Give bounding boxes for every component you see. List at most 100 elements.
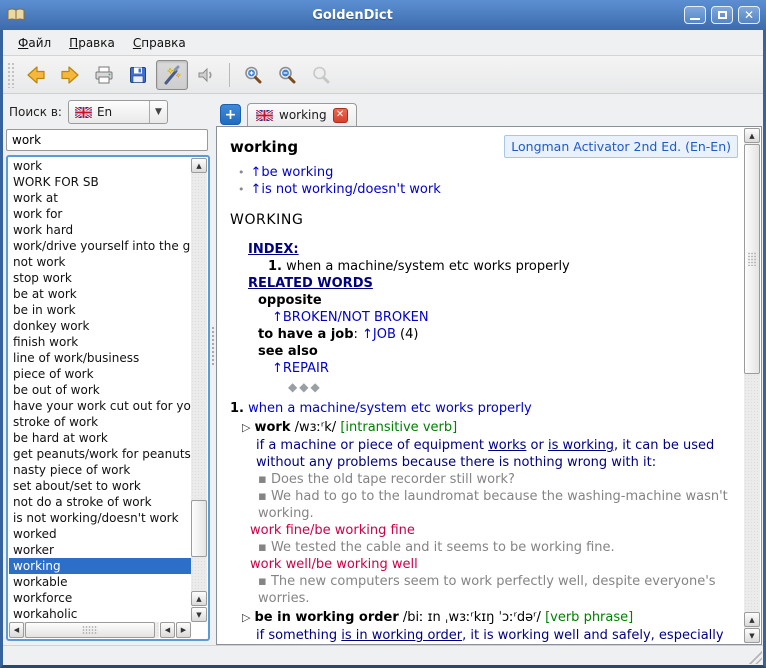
search-input[interactable] xyxy=(6,129,208,151)
scroll-left-icon[interactable]: ◀ xyxy=(160,622,175,638)
list-item[interactable]: have your work cut out for you xyxy=(9,398,191,414)
tab-title: working xyxy=(279,108,327,122)
dictionary-group-combo[interactable]: En ▼ xyxy=(68,100,168,124)
zoom-reset-button xyxy=(305,60,337,90)
list-item[interactable]: worker xyxy=(9,542,191,558)
list-item[interactable]: work at xyxy=(9,190,191,206)
list-item[interactable]: not do a stroke of work xyxy=(9,494,191,510)
close-icon: ✕ xyxy=(744,9,754,21)
opposite-label: opposite xyxy=(258,293,322,308)
list-item[interactable]: set about/set to work xyxy=(9,478,191,494)
index-item: when a machine/system etc works properly xyxy=(286,259,570,274)
list-item[interactable]: donkey work xyxy=(9,318,191,334)
see-also-label: see also xyxy=(258,344,318,359)
resize-grip[interactable] xyxy=(747,649,762,664)
zoom-out-icon xyxy=(276,64,298,86)
article-link[interactable]: ↑is not working/doesn't work xyxy=(251,181,441,198)
search-in-label: Поиск в: xyxy=(9,105,62,119)
scroll-up-icon[interactable]: ▲ xyxy=(744,128,760,143)
word-list-items: work WORK FOR SBwork atwork forwork hard… xyxy=(9,158,191,622)
index-link[interactable]: INDEX: xyxy=(248,242,299,257)
wand-button[interactable] xyxy=(156,60,188,90)
article-link[interactable]: ↑JOB xyxy=(362,327,396,342)
list-item[interactable]: nasty piece of work xyxy=(9,462,191,478)
example: ▪ We had to go to the laundromat because… xyxy=(258,488,738,522)
zoom-out-button[interactable] xyxy=(271,60,303,90)
save-icon xyxy=(127,64,149,86)
scroll-down-icon[interactable]: ▼ xyxy=(191,607,207,622)
scroll-up-icon[interactable]: ▲ xyxy=(191,158,207,173)
article-link[interactable]: ↑REPAIR xyxy=(272,361,329,376)
list-item[interactable]: be hard at work xyxy=(9,430,191,446)
list-item[interactable]: be out of work xyxy=(9,382,191,398)
pronounce-button[interactable] xyxy=(190,60,222,90)
menu-help[interactable]: Справка xyxy=(124,32,195,54)
maximize-button[interactable] xyxy=(711,6,733,24)
menu-edit[interactable]: Правка xyxy=(60,32,124,54)
close-button[interactable]: ✕ xyxy=(738,6,760,24)
list-item[interactable]: be at work xyxy=(9,286,191,302)
app-book-icon[interactable] xyxy=(6,7,26,23)
scroll-left-icon[interactable]: ◀ xyxy=(9,622,24,638)
scroll-up-icon[interactable]: ▲ xyxy=(744,612,760,627)
list-item[interactable]: get peanuts/work for peanuts xyxy=(9,446,191,462)
forward-button[interactable] xyxy=(54,60,86,90)
top-links: • ↑be working • ↑is not working/doesn't wo… xyxy=(238,164,738,198)
bullet-icon: • xyxy=(238,181,245,198)
scroll-track[interactable] xyxy=(744,374,760,612)
scroll-thumb[interactable] xyxy=(25,622,155,638)
bullet-icon: • xyxy=(238,164,245,181)
back-button[interactable] xyxy=(20,60,52,90)
scroll-down-icon[interactable]: ▼ xyxy=(744,628,760,643)
collocation: work well/be working well xyxy=(250,556,738,573)
scroll-right-icon[interactable]: ▶ xyxy=(176,622,191,638)
phonetic: /wɜːʳk/ xyxy=(295,420,337,435)
list-item[interactable]: be in work xyxy=(9,302,191,318)
minimize-icon xyxy=(690,18,700,20)
list-item[interactable]: is not working/doesn't work xyxy=(9,510,191,526)
tab-working[interactable]: working ✕ xyxy=(247,103,357,126)
related-words-link[interactable]: RELATED WORDS xyxy=(248,276,373,291)
chevron-down-icon[interactable]: ▼ xyxy=(149,101,167,123)
save-button[interactable] xyxy=(122,60,154,90)
minimize-button[interactable] xyxy=(684,6,706,24)
list-item[interactable]: stop work xyxy=(9,270,191,286)
list-item[interactable]: WORK FOR SB xyxy=(9,174,191,190)
example: ▪ We tested the cable and it seems to be… xyxy=(258,539,738,556)
list-item[interactable]: not work xyxy=(9,254,191,270)
list-item[interactable]: workaholic xyxy=(9,606,191,622)
list-item[interactable]: line of work/business xyxy=(9,350,191,366)
menu-bar: Файл Правка Справка xyxy=(3,30,763,56)
scroll-up-icon[interactable]: ▲ xyxy=(191,591,207,606)
scroll-thumb[interactable] xyxy=(191,500,207,557)
list-item[interactable]: working xyxy=(9,558,191,574)
dictionary-label[interactable]: Longman Activator 2nd Ed. (En-En) xyxy=(504,135,738,158)
list-item[interactable]: work xyxy=(9,158,191,174)
menu-file[interactable]: Файл xyxy=(9,32,60,54)
article-link[interactable]: ↑be working xyxy=(251,164,334,181)
list-item[interactable]: stroke of work xyxy=(9,414,191,430)
wand-icon xyxy=(161,64,183,86)
article-vscrollbar: ▲ ▲ ▼ xyxy=(744,128,760,643)
print-icon xyxy=(93,64,115,86)
list-item[interactable]: workforce xyxy=(9,590,191,606)
list-item[interactable]: workable xyxy=(9,574,191,590)
list-item[interactable]: work/drive yourself into the ground xyxy=(9,238,191,254)
maximize-icon xyxy=(718,11,727,19)
definition: if something is in working order, it is … xyxy=(256,627,744,643)
list-item[interactable]: piece of work xyxy=(9,366,191,382)
list-item[interactable]: work hard xyxy=(9,222,191,238)
scroll-thumb[interactable] xyxy=(744,144,760,374)
tab-close-button[interactable]: ✕ xyxy=(333,108,348,123)
print-button[interactable] xyxy=(88,60,120,90)
article-link[interactable]: ↑BROKEN/NOT BROKEN xyxy=(272,310,429,325)
list-item[interactable]: worked xyxy=(9,526,191,542)
zoom-in-button[interactable] xyxy=(237,60,269,90)
section-title: when a machine/system etc works properly xyxy=(248,401,532,416)
list-item[interactable]: finish work xyxy=(9,334,191,350)
uk-flag-icon xyxy=(256,110,273,121)
add-tab-button[interactable]: + xyxy=(220,104,241,125)
list-item[interactable]: work for xyxy=(9,206,191,222)
status-bar xyxy=(3,645,763,665)
toolbar-drag-handle[interactable] xyxy=(7,62,14,88)
